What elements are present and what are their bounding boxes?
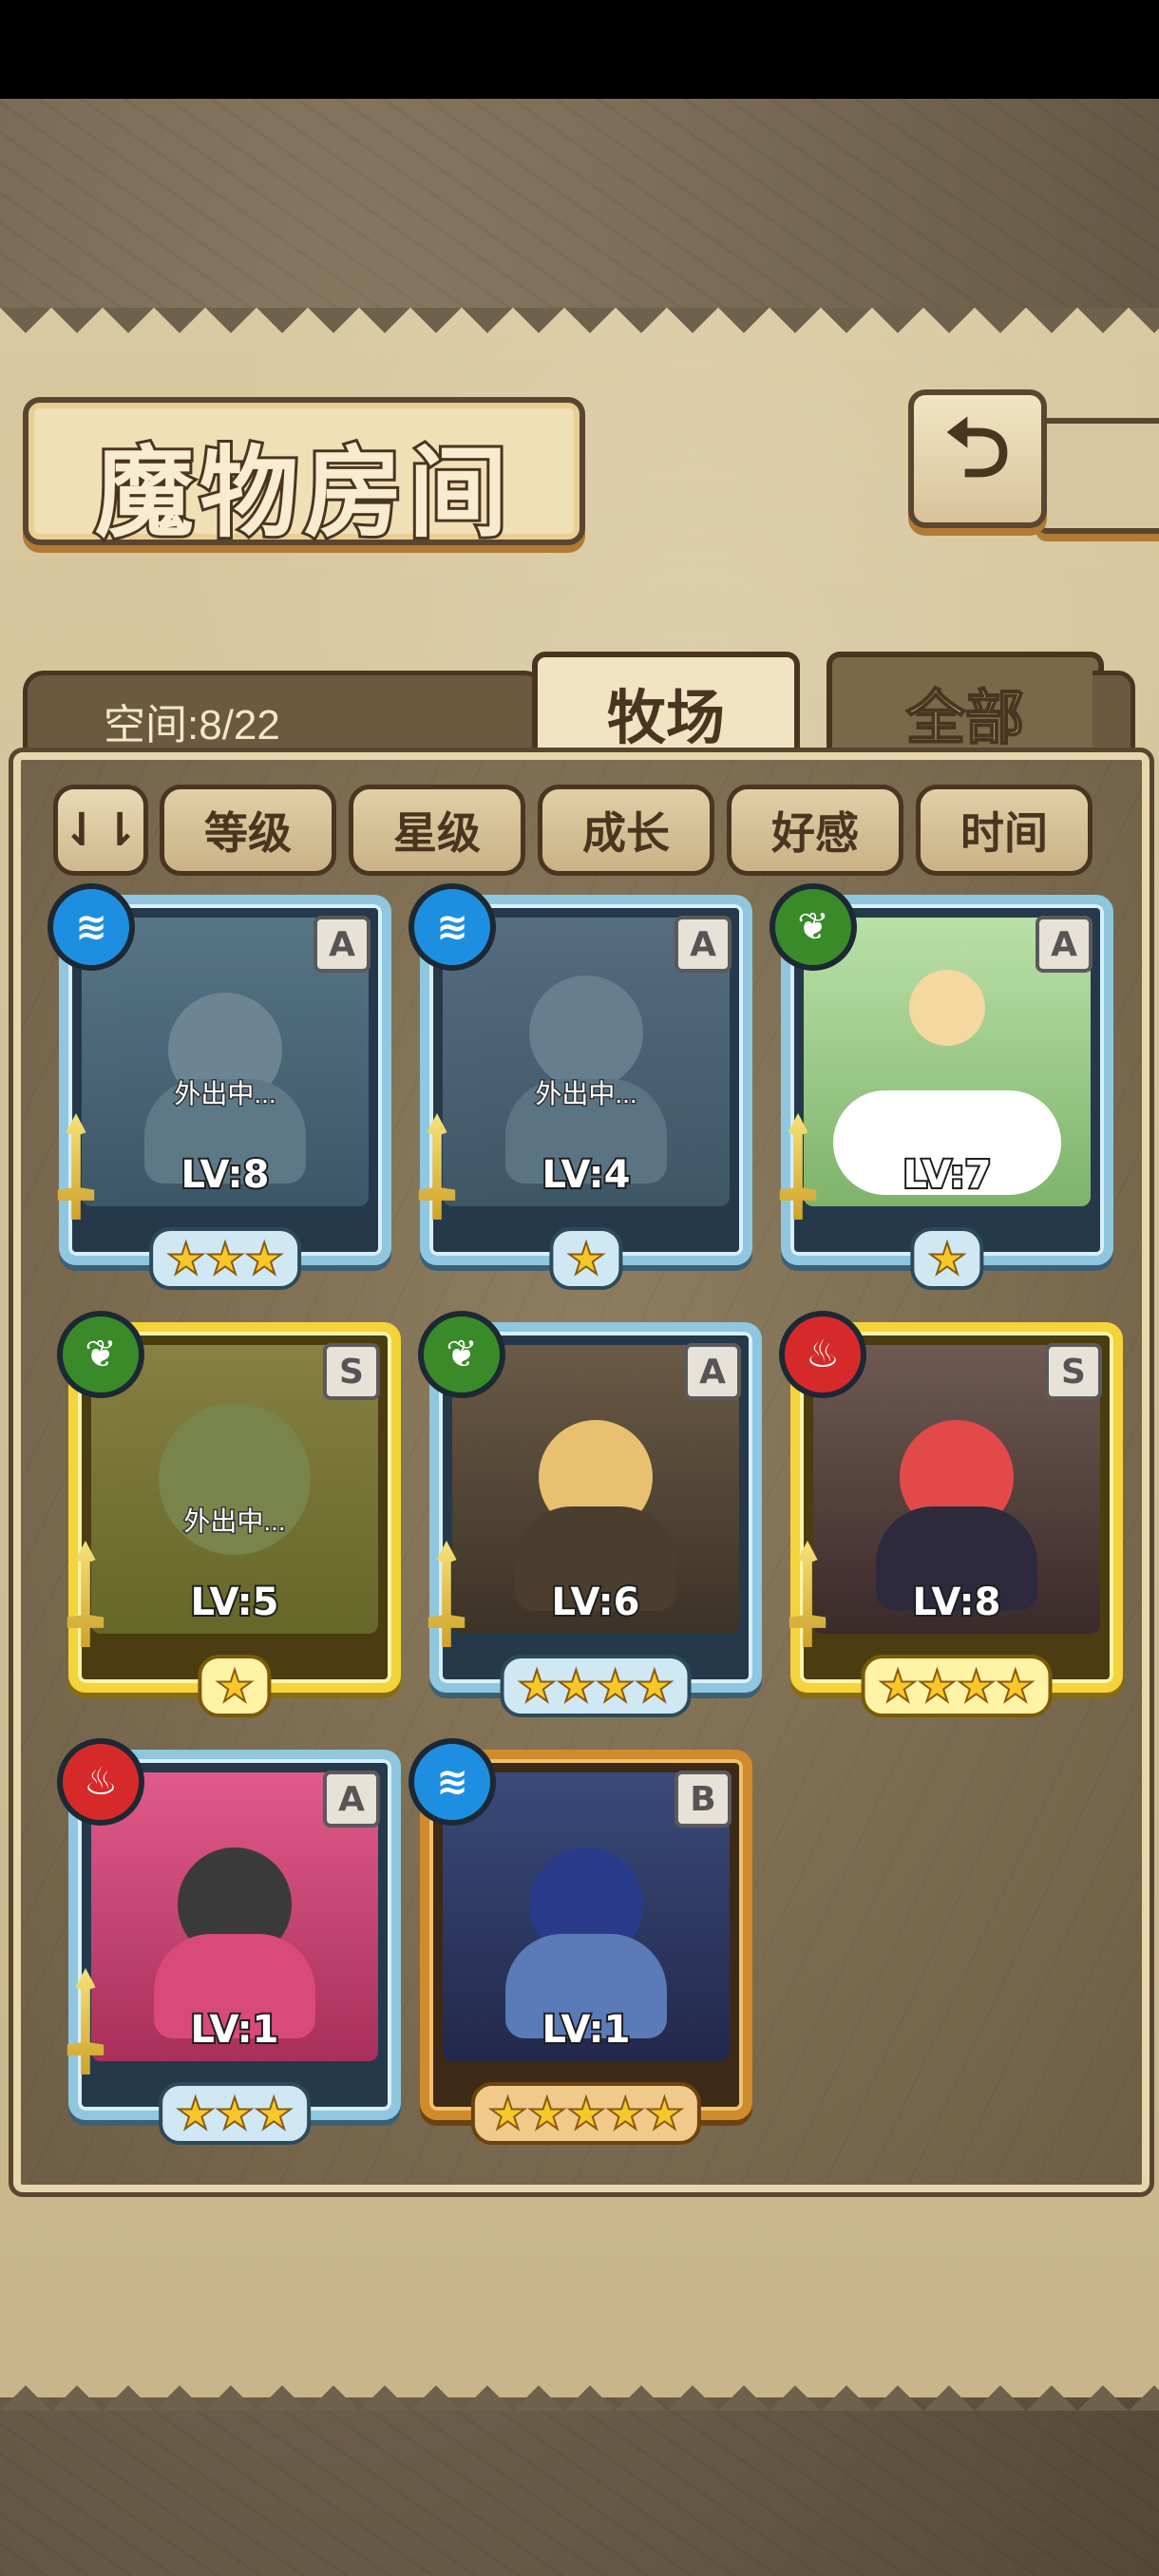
grass-element-icon: ❦ — [770, 883, 857, 971]
away-status: 外出中... — [182, 1505, 287, 1537]
water-element-icon: ≋ — [408, 883, 496, 971]
water-element-icon: ≋ — [48, 883, 135, 971]
star-rating: ★ — [549, 1227, 623, 1290]
back-button[interactable]: ⮌ — [908, 389, 1047, 528]
star-rating: ★★★★ — [861, 1655, 1053, 1717]
fire-element-icon: ♨ — [57, 1738, 144, 1826]
monster-level: LV:8 — [180, 1151, 272, 1199]
monster-card[interactable]: ❦ A LV:7 ★ — [770, 883, 1113, 1290]
star-rating: ★ — [198, 1655, 272, 1717]
rank-badge: A — [314, 916, 370, 973]
rank-badge: A — [674, 916, 732, 973]
rank-badge: S — [1045, 1343, 1102, 1400]
sort-by-level-button[interactable]: 等级 — [160, 785, 336, 876]
grass-element-icon: ❦ — [57, 1311, 144, 1398]
star-rating: ★★★★ — [500, 1655, 692, 1717]
space-indicator-bar: 空间:8/22 — [23, 671, 545, 757]
monster-figure — [909, 969, 985, 1046]
monster-level: LV:6 — [550, 1579, 642, 1626]
page-title: 魔物房间 — [92, 431, 513, 554]
star-rating: ★ — [910, 1227, 984, 1290]
monster-card[interactable]: 外出中... ≋ A LV:4 ★ — [408, 883, 752, 1290]
monster-level: LV:4 — [541, 1151, 633, 1199]
monster-card[interactable]: ❦ A LV:6 ★★★★ — [418, 1311, 762, 1717]
monster-level: LV:5 — [189, 1579, 281, 1626]
torn-edge-bottom — [0, 2359, 1159, 2411]
star-rating: ★★★ — [149, 1227, 301, 1290]
star-rating: ★★★★★ — [470, 2082, 702, 2145]
away-status: 外出中... — [534, 1077, 638, 1109]
monster-level: LV:7 — [902, 1151, 994, 1199]
rank-badge: S — [323, 1343, 380, 1400]
water-element-icon: ≋ — [408, 1738, 496, 1826]
tab-ranch[interactable]: 牧场 — [532, 652, 800, 767]
rank-badge: A — [323, 1771, 380, 1828]
star-rating: ★★★ — [159, 2082, 311, 2145]
rank-badge: A — [684, 1343, 741, 1400]
fire-element-icon: ♨ — [779, 1311, 866, 1398]
rank-badge: B — [674, 1771, 732, 1828]
sort-by-stars-button[interactable]: 星级 — [349, 785, 525, 876]
tab-all[interactable]: 全部 — [826, 652, 1104, 767]
grass-element-icon: ❦ — [418, 1311, 505, 1398]
away-status: 外出中... — [173, 1077, 277, 1109]
monster-card[interactable]: ♨ A LV:1 ★★★ — [57, 1738, 401, 2145]
tab-rail — [1092, 671, 1135, 761]
monster-level: LV:1 — [541, 2006, 633, 2054]
sort-by-affection-button[interactable]: 好感 — [727, 785, 903, 876]
monster-card[interactable]: 外出中... ≋ A LV:8 ★★★ — [48, 883, 391, 1290]
back-button-rail — [1036, 418, 1159, 534]
monster-level: LV:1 — [189, 2006, 281, 2054]
rank-badge: A — [1036, 916, 1092, 973]
monster-card[interactable]: 外出中... ❦ S LV:5 ★ — [57, 1311, 401, 1717]
monster-level: LV:8 — [911, 1579, 1003, 1626]
space-count: 空间:8/22 — [104, 702, 280, 748]
torn-edge-top — [0, 308, 1159, 359]
page-title-plate: 魔物房间 — [23, 397, 585, 554]
monster-card[interactable]: ≋ B LV:1 ★★★★★ — [408, 1738, 752, 2145]
sort-by-growth-button[interactable]: 成长 — [538, 785, 714, 876]
sort-by-time-button[interactable]: 时间 — [916, 785, 1092, 876]
sort-order-icon: ⇃⇂ — [62, 804, 140, 857]
monster-card[interactable]: ♨ S LV:8 ★★★★ — [779, 1311, 1123, 1717]
back-arrow-icon: ⮌ — [944, 401, 1011, 496]
sort-order-toggle[interactable]: ⇃⇂ — [53, 785, 148, 876]
